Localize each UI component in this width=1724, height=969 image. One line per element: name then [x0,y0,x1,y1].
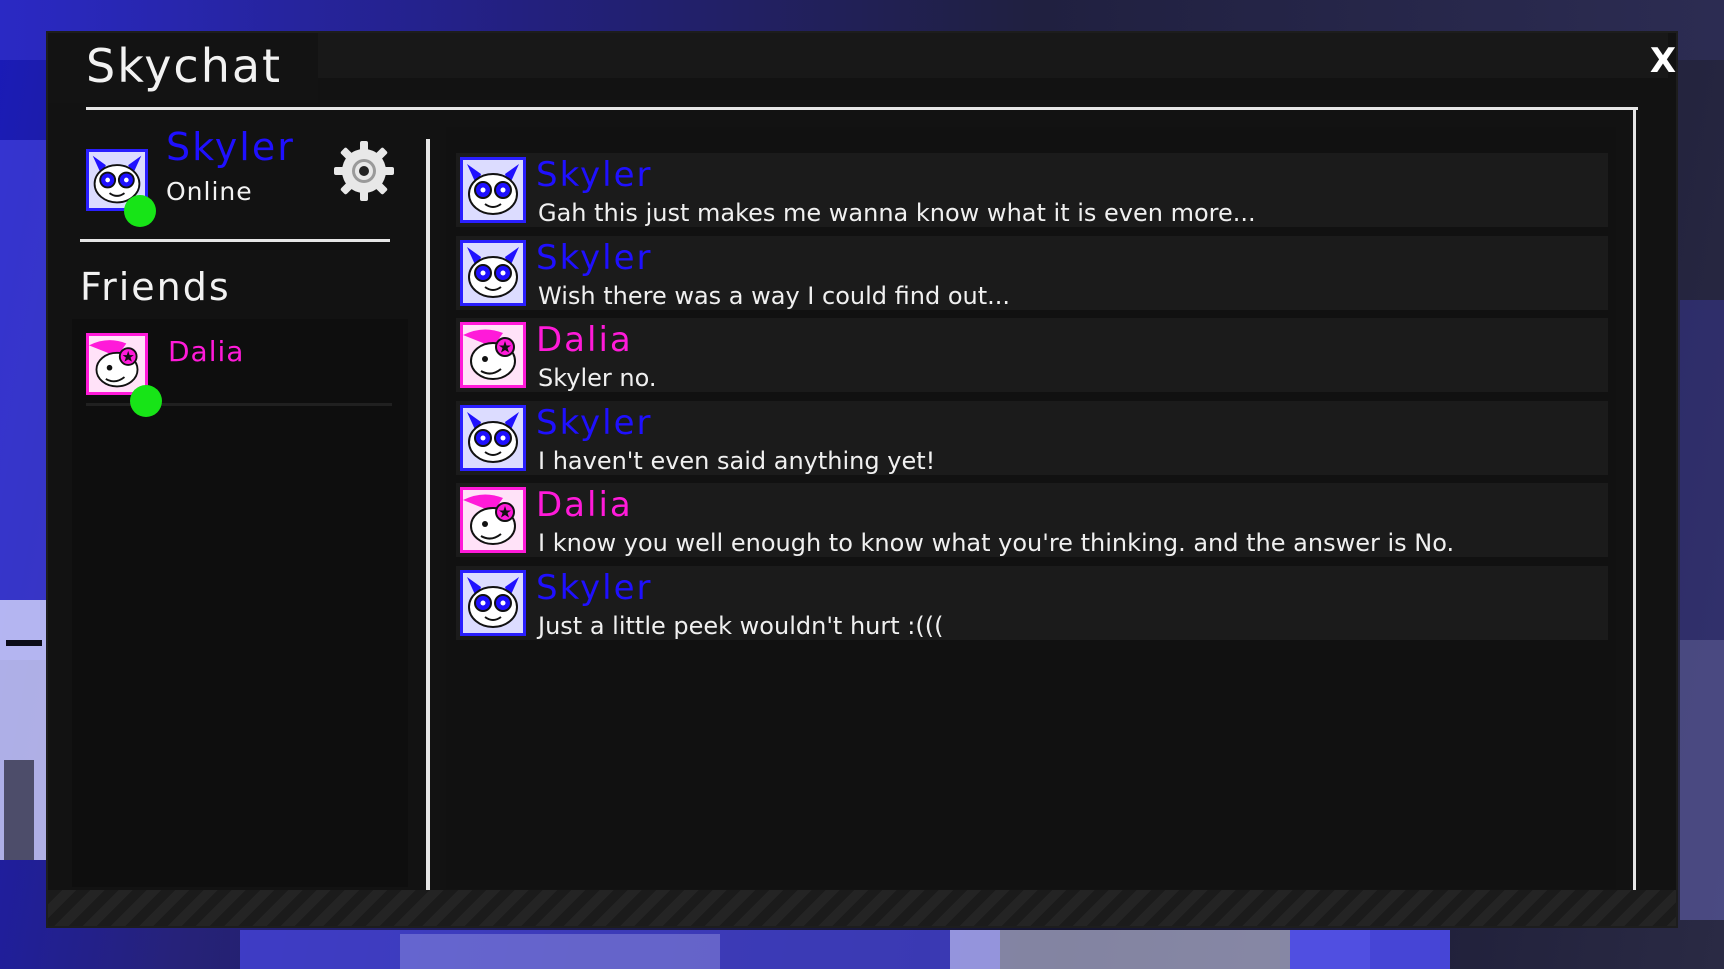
cat-face-icon [463,160,523,220]
avatar [460,569,526,636]
skychat-window: Skychat X Skyler Online Friends Dalia Sk… [46,31,1678,928]
cat-face-icon [463,242,523,303]
close-button[interactable]: X [1646,41,1680,81]
character-face-icon [463,490,523,550]
message-author: Skyler [536,155,653,195]
window-footer [48,890,1676,926]
sidebar-divider [80,239,390,242]
chat-message: Dalia I know you well enough to know wha… [456,483,1608,557]
message-text: I know you well enough to know what you'… [538,529,1455,557]
right-border [1633,107,1636,901]
message-text: Wish there was a way I could find out... [538,281,1011,310]
avatar [460,322,526,388]
online-status-icon [130,385,162,417]
gear-icon [334,141,394,201]
avatar [460,239,526,306]
cat-face-icon [463,407,523,468]
title-bar [318,33,1668,78]
message-author: Skyler [536,237,653,278]
message-text: Just a little peek wouldn't hurt :((( [538,611,944,640]
chat-message: Skyler Wish there was a way I could find… [456,235,1608,310]
online-status-icon [124,195,156,227]
message-author: Skyler [536,402,653,443]
chat-panel: Skyler Gah this just makes me wanna know… [446,127,1616,889]
avatar [460,157,526,223]
avatar [460,487,526,553]
chat-message: Dalia Skyler no. [456,318,1608,392]
message-text: Skyler no. [538,364,657,392]
friend-item-dalia[interactable]: Dalia [86,329,392,417]
profile-name: Skyler [166,125,295,169]
close-icon: X [1649,41,1677,81]
message-author: Dalia [536,320,633,360]
chat-message: Skyler I haven't even said anything yet! [456,400,1608,475]
character-face-icon [89,336,145,392]
friends-list: Dalia [72,319,408,887]
profile-status: Online [166,177,253,206]
message-author: Skyler [536,567,653,608]
message-text: I haven't even said anything yet! [538,446,936,475]
message-text: Gah this just makes me wanna know what i… [538,199,1256,227]
friends-heading: Friends [80,265,231,309]
message-author: Dalia [536,485,633,525]
settings-button[interactable] [332,139,396,203]
column-divider [426,139,430,901]
friend-name: Dalia [168,335,245,368]
character-face-icon [463,325,523,385]
title-divider [86,107,1638,110]
chat-message: Skyler Just a little peek wouldn't hurt … [456,565,1608,640]
chat-message: Skyler Gah this just makes me wanna know… [456,153,1608,227]
avatar [460,404,526,471]
window-title: Skychat [86,39,283,93]
cat-face-icon [463,572,523,633]
